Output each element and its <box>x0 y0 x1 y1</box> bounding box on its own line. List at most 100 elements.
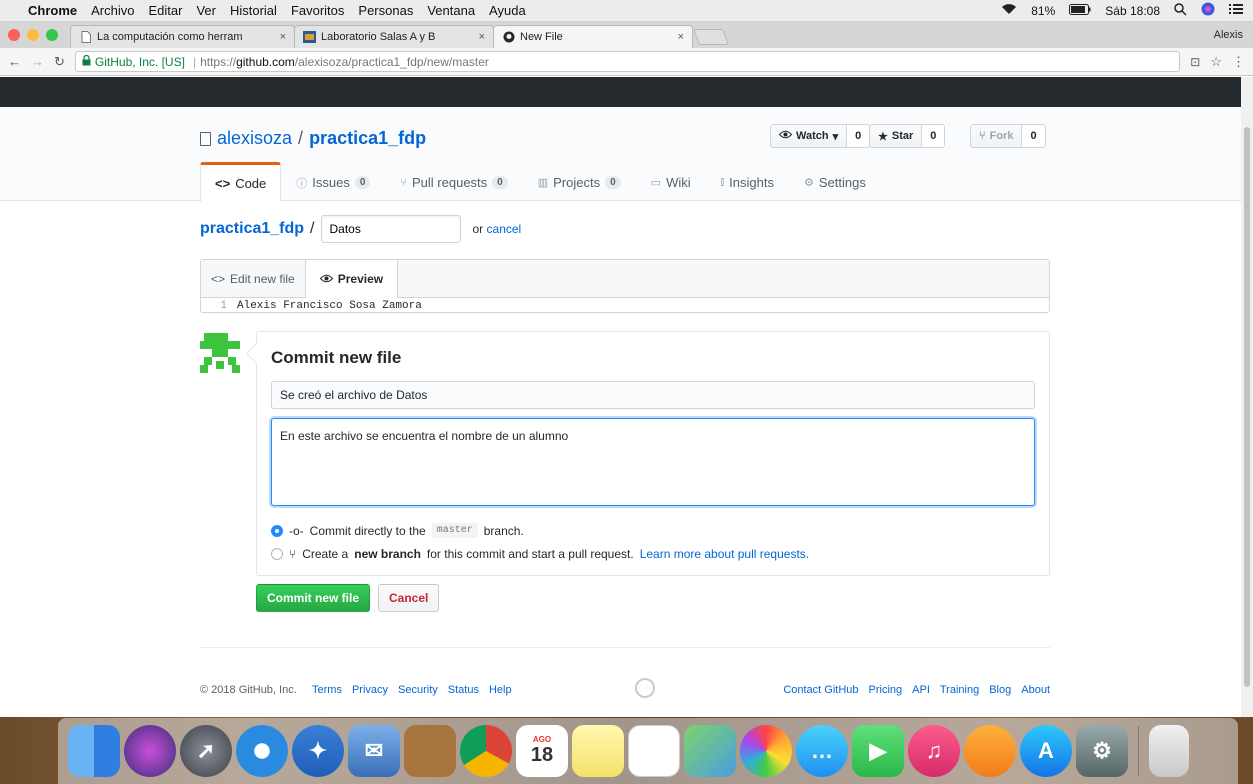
watch-button[interactable]: Watch ▾ <box>770 124 848 148</box>
repo-owner-link[interactable]: alexisoza <box>217 128 292 149</box>
commit-new-branch-option[interactable]: ⑂ Create a new branch for this commit an… <box>271 547 809 561</box>
minimize-window-button[interactable] <box>27 29 39 41</box>
translate-icon[interactable]: ⊡ <box>1190 55 1200 69</box>
tab-code[interactable]: <> Code <box>200 162 282 202</box>
new-tab-button[interactable] <box>693 29 729 45</box>
footer-link-privacy[interactable]: Privacy <box>352 684 388 696</box>
forward-arrow-icon[interactable]: → <box>31 54 44 69</box>
footer-link-api[interactable]: API <box>912 684 930 696</box>
maps-icon[interactable] <box>684 725 736 777</box>
commit-direct-option[interactable]: -o- Commit directly to the master branch… <box>271 523 524 538</box>
breadcrumb-repo[interactable]: practica1_fdp <box>200 220 304 238</box>
filename-input[interactable] <box>320 215 461 243</box>
browser-menu-icon[interactable]: ⋮ <box>1232 54 1245 70</box>
radio-direct[interactable] <box>271 524 283 537</box>
menu-favoritos[interactable]: Favoritos <box>291 3 344 18</box>
github-mark-icon[interactable] <box>635 678 655 698</box>
menubar-clock[interactable]: Sáb 18:08 <box>1105 4 1160 18</box>
itunes-icon[interactable]: ♫ <box>908 725 960 777</box>
close-window-button[interactable] <box>8 29 20 41</box>
reminders-icon[interactable] <box>628 725 680 777</box>
profile-name[interactable]: Alexis <box>1214 29 1243 41</box>
messages-icon[interactable]: … <box>796 725 848 777</box>
battery-icon[interactable] <box>1069 3 1091 18</box>
close-tab-icon[interactable]: × <box>469 31 485 43</box>
calendar-icon[interactable]: AGO 18 <box>516 725 568 777</box>
footer-link-help[interactable]: Help <box>489 684 512 696</box>
trash-icon[interactable] <box>1149 725 1189 777</box>
star-button[interactable]: ★ Star <box>869 124 923 148</box>
avatar[interactable] <box>200 333 240 373</box>
footer-link-terms[interactable]: Terms <box>312 684 342 696</box>
finder-icon[interactable] <box>68 725 120 777</box>
mail-icon[interactable]: ✉ <box>348 725 400 777</box>
menu-editar[interactable]: Editar <box>148 3 182 18</box>
tab-issues[interactable]: ⓘ Issues 0 <box>281 162 385 202</box>
safari-icon[interactable] <box>236 725 288 777</box>
tab-preview[interactable]: Preview <box>304 260 399 298</box>
learn-more-link[interactable]: Learn more about pull requests. <box>640 547 809 561</box>
close-tab-icon[interactable]: × <box>668 31 684 43</box>
tab-wiki[interactable]: ▭ Wiki <box>636 162 706 202</box>
radio-new-branch[interactable] <box>271 548 283 560</box>
menu-ventana[interactable]: Ventana <box>427 3 475 18</box>
menu-chrome[interactable]: Chrome <box>28 3 77 18</box>
system-preferences-icon[interactable]: ⚙ <box>1076 725 1128 777</box>
tab-laboratorio[interactable]: Laboratorio Salas A y B × <box>294 25 494 48</box>
tab-la-computacion[interactable]: La computación como herram × <box>70 25 295 48</box>
facetime-icon[interactable]: ▶ <box>852 725 904 777</box>
tab-settings[interactable]: ⚙ Settings <box>789 162 881 202</box>
tab-insights[interactable]: ⫾ Insights <box>706 162 789 202</box>
fork-count[interactable]: 0 <box>1022 124 1046 148</box>
address-bar[interactable]: GitHub, Inc. [US] | https:// github.com … <box>74 51 1181 72</box>
wifi-icon[interactable] <box>1001 3 1017 18</box>
app-store-icon[interactable]: A <box>1020 725 1072 777</box>
scrollbar-thumb[interactable] <box>1244 127 1250 687</box>
siri-icon[interactable] <box>124 725 176 777</box>
cancel-link[interactable]: cancel <box>487 222 522 236</box>
menu-historial[interactable]: Historial <box>230 3 277 18</box>
launchpad-icon[interactable]: ➚ <box>180 725 232 777</box>
photos-icon[interactable] <box>740 725 792 777</box>
back-arrow-icon[interactable]: ← <box>8 54 21 69</box>
commit-new-file-button[interactable]: Commit new file <box>256 584 371 612</box>
menu-ayuda[interactable]: Ayuda <box>489 3 526 18</box>
footer-link-about[interactable]: About <box>1021 684 1050 696</box>
footer-link-blog[interactable]: Blog <box>989 684 1011 696</box>
cancel-button[interactable]: Cancel <box>378 584 440 612</box>
repo-title-separator: / <box>298 128 304 148</box>
tab-pull-requests[interactable]: ⑂ Pull requests 0 <box>385 162 522 202</box>
watch-count[interactable]: 0 <box>847 124 871 148</box>
tab-projects[interactable]: ▥ Projects 0 <box>523 162 636 202</box>
commit-summary-input[interactable] <box>271 381 1035 409</box>
reload-icon[interactable]: ↻ <box>54 54 65 70</box>
star-count[interactable]: 0 <box>922 124 946 148</box>
menu-ver[interactable]: Ver <box>196 3 216 18</box>
siri-icon[interactable] <box>1201 2 1215 19</box>
close-tab-icon[interactable]: × <box>270 31 286 43</box>
page-scrollbar[interactable] <box>1241 77 1253 717</box>
footer-link-contact[interactable]: Contact GitHub <box>783 684 858 696</box>
menu-personas[interactable]: Personas <box>358 3 413 18</box>
zoom-window-button[interactable] <box>46 29 58 41</box>
contacts-icon[interactable] <box>404 725 456 777</box>
footer-link-status[interactable]: Status <box>448 684 479 696</box>
footer-link-training[interactable]: Training <box>940 684 979 696</box>
repo-name-link[interactable]: practica1_fdp <box>309 128 426 149</box>
menu-archivo[interactable]: Archivo <box>91 3 134 18</box>
fork-group: ⑂ Fork 0 <box>970 124 1046 148</box>
spotlight-icon[interactable] <box>1174 2 1187 19</box>
commit-description-input[interactable]: En este archivo se encuentra el nombre d… <box>271 418 1035 506</box>
footer-link-security[interactable]: Security <box>398 684 438 696</box>
tab-edit-new-file[interactable]: <> Edit new file <box>201 260 305 297</box>
notes-icon[interactable] <box>572 725 624 777</box>
fork-button[interactable]: ⑂ Fork <box>970 124 1023 148</box>
lock-icon[interactable] <box>82 54 91 69</box>
notification-center-icon[interactable] <box>1229 3 1243 18</box>
compass-icon[interactable]: ✦ <box>292 725 344 777</box>
ibooks-icon[interactable] <box>964 725 1016 777</box>
chrome-icon[interactable] <box>460 725 512 777</box>
tab-new-file[interactable]: New File × <box>493 25 693 48</box>
footer-link-pricing[interactable]: Pricing <box>869 684 903 696</box>
bookmark-star-icon[interactable]: ☆ <box>1210 54 1222 70</box>
